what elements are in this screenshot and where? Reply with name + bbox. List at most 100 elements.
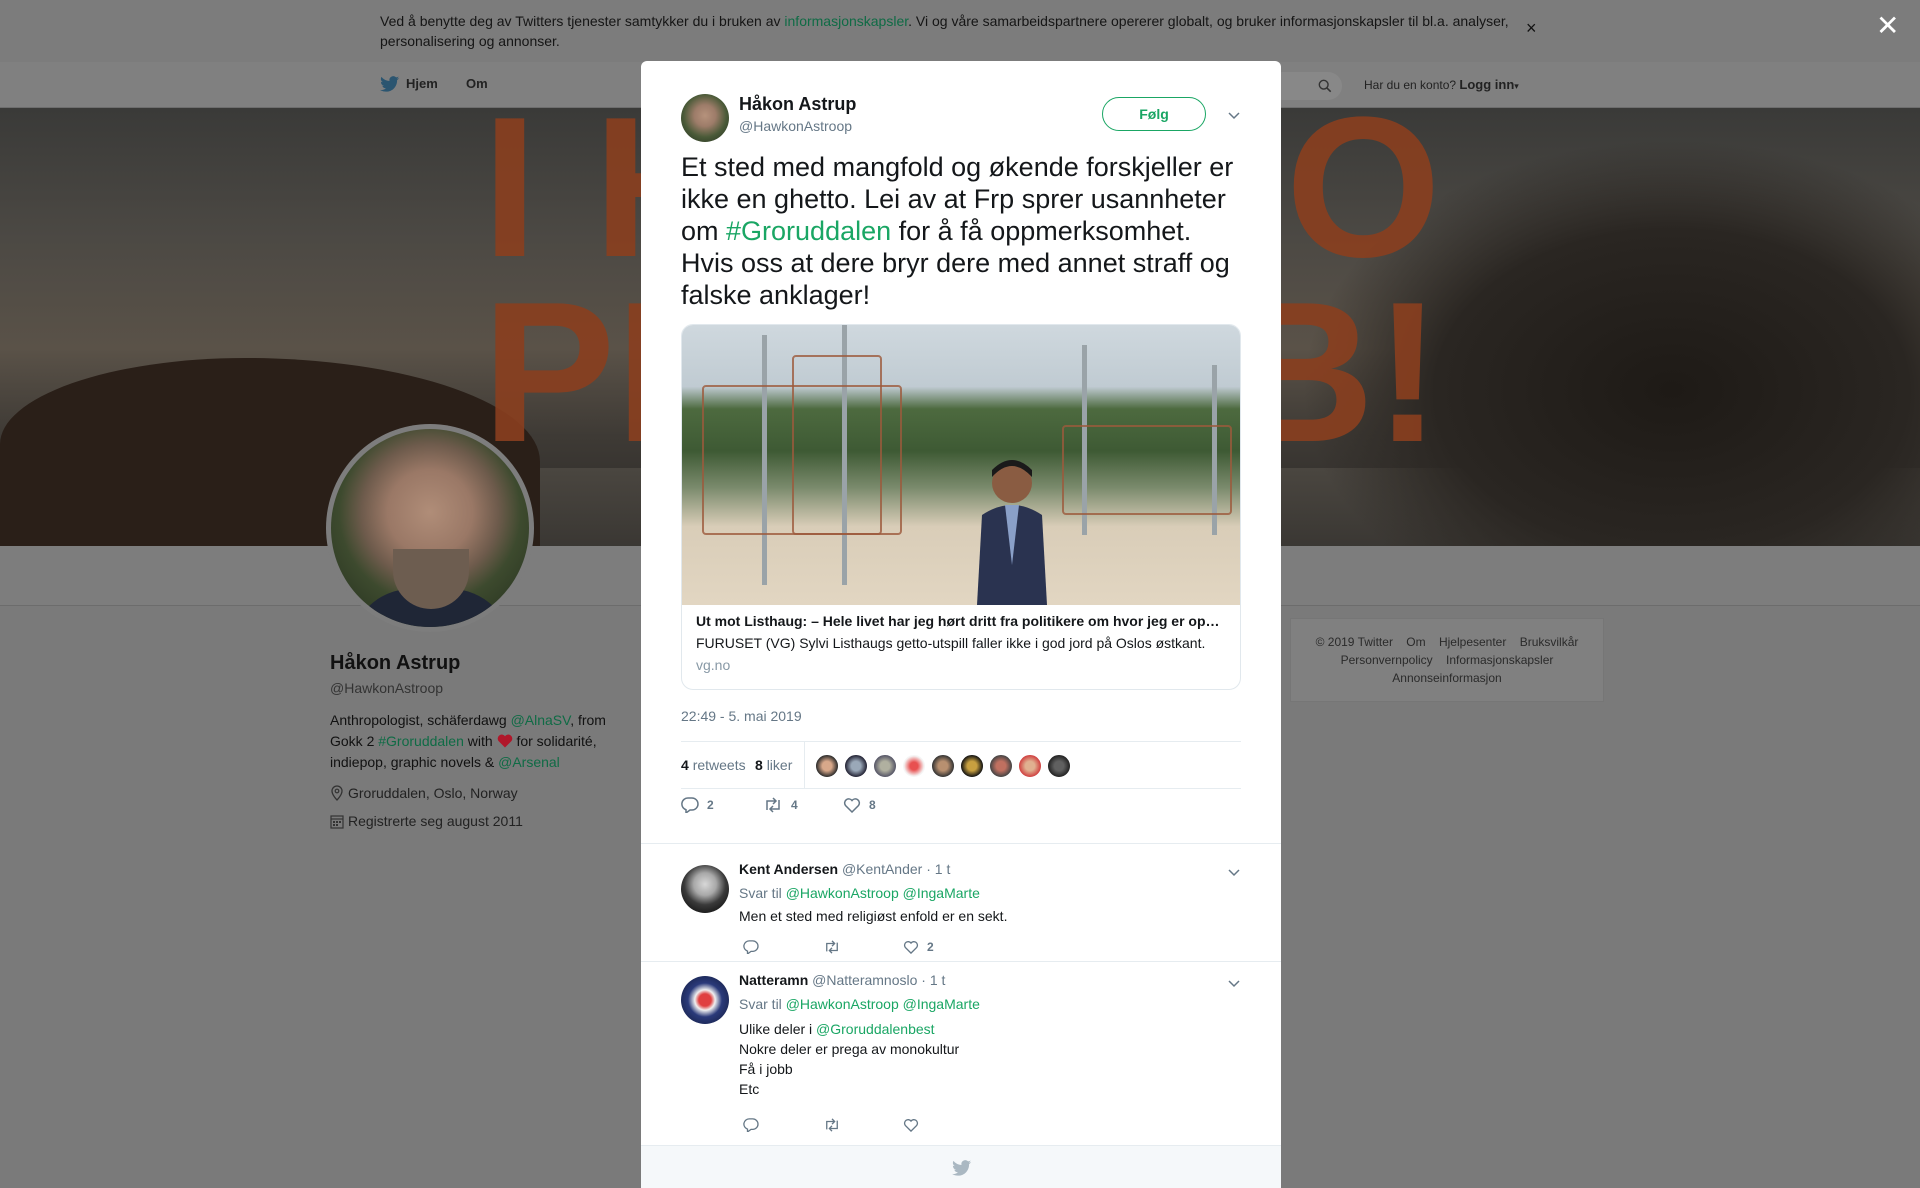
reply-tweet[interactable]: Natteramn @Natteramnoslo · 1 t Svar til … — [641, 961, 1281, 1145]
link-card[interactable]: Ut mot Listhaug: – Hele livet har jeg hø… — [681, 324, 1241, 690]
reply-text: Ulike deler i @Groruddalenbest Nokre del… — [739, 1019, 959, 1099]
retweet-action[interactable] — [823, 940, 841, 954]
card-body: Ut mot Listhaug: – Hele livet har jeg hø… — [696, 613, 1228, 673]
tweet-text: Et sted med mangfold og økende forskjell… — [681, 151, 1241, 311]
chevron-down-icon[interactable]: ▾ — [1514, 81, 1519, 91]
liker-avatar[interactable] — [815, 754, 839, 778]
twitter-bird-icon[interactable] — [380, 76, 400, 93]
tweet-timestamp[interactable]: 22:49 - 5. mai 2019 — [681, 708, 802, 724]
liker-avatar[interactable] — [902, 754, 926, 778]
profile-name[interactable]: Håkon Astrup — [330, 652, 460, 675]
footer-link-privacy[interactable]: Personvernpolicy — [1341, 653, 1433, 667]
reply-action[interactable]: 2 — [681, 797, 714, 813]
footer-link-cookies[interactable]: Informasjonskapsler — [1446, 653, 1553, 667]
like-count: 8 — [869, 798, 876, 812]
account-prompt-text: Har du en konto? — [1364, 78, 1457, 92]
reply-to-mention[interactable]: @HawkonAstroop — [786, 996, 899, 1012]
retweet-action[interactable]: 4 — [763, 797, 798, 813]
reply-text-line: Få i jobb — [739, 1061, 793, 1077]
profile-handle[interactable]: @HawkonAstroop — [330, 680, 443, 696]
footer-links: © 2019 Twitter Om Hjelpesenter Bruksvilk… — [1290, 618, 1604, 702]
reply-mention[interactable]: @Groruddalenbest — [816, 1021, 935, 1037]
card-description: FURUSET (VG) Sylvi Listhaugs getto-utspi… — [696, 635, 1206, 651]
like-action[interactable] — [903, 1118, 919, 1132]
reply-avatar[interactable] — [681, 865, 729, 913]
card-person — [977, 460, 1047, 605]
search-icon — [1318, 79, 1332, 93]
liker-avatar[interactable] — [1018, 754, 1042, 778]
reply-author-handle[interactable]: @Natteramnoslo — [812, 972, 917, 988]
liker-avatar[interactable] — [844, 754, 868, 778]
joined-text: Registrerte seg august 2011 — [348, 813, 523, 829]
reply-time[interactable]: · 1 t — [926, 861, 950, 877]
bio-link-alnasv[interactable]: @AlnaSV — [511, 712, 571, 728]
liker-avatar[interactable] — [989, 754, 1013, 778]
chevron-down-icon[interactable] — [1227, 976, 1241, 990]
chevron-down-icon[interactable] — [1227, 865, 1241, 879]
footer-link-terms[interactable]: Bruksvilkår — [1520, 635, 1579, 649]
reply-to-mention[interactable]: @IngaMarte — [903, 885, 980, 901]
tweet-hashtag[interactable]: #Groruddalen — [726, 216, 891, 246]
card-image — [682, 325, 1240, 605]
profile-avatar[interactable] — [326, 424, 534, 632]
nav-about[interactable]: Om — [466, 76, 488, 91]
card-domain: vg.no — [696, 657, 731, 673]
reply-author-name[interactable]: Natteramn — [739, 972, 808, 988]
card-title[interactable]: Ut mot Listhaug: – Hele livet har jeg hø… — [696, 613, 1228, 629]
nav-home[interactable]: Hjem — [406, 76, 438, 91]
like-count: 2 — [927, 940, 934, 954]
retweets-stat[interactable]: 4 retweets — [681, 757, 746, 773]
retweets-label: retweets — [692, 757, 746, 773]
reply-action[interactable] — [743, 940, 759, 954]
cookie-link[interactable]: informasjonskapsler — [784, 13, 908, 29]
reply-avatar[interactable] — [681, 976, 729, 1024]
reply-header: Kent Andersen @KentAnder · 1 t — [739, 861, 950, 877]
like-action[interactable]: 8 — [843, 797, 876, 813]
footer-link-help[interactable]: Hjelpesenter — [1439, 635, 1506, 649]
profile-bio: Anthropologist, schäferdawg @AlnaSV, fro… — [330, 710, 630, 773]
reply-action[interactable] — [743, 1118, 759, 1132]
reply-tweet[interactable]: Kent Andersen @KentAnder · 1 t Svar til … — [641, 843, 1281, 961]
login-link[interactable]: Logg inn — [1459, 77, 1514, 92]
calendar-icon — [330, 815, 344, 829]
liker-avatar[interactable] — [1047, 754, 1071, 778]
tweet-modal: Håkon Astrup @HawkonAstroop Følg Et sted… — [641, 61, 1281, 1188]
reply-icon — [743, 940, 759, 954]
retweet-icon — [766, 797, 780, 813]
reply-to: Svar til @HawkonAstroop @IngaMarte — [739, 996, 980, 1012]
retweet-count: 4 — [791, 798, 798, 812]
bio-link-groruddalen[interactable]: #Groruddalen — [378, 733, 464, 749]
author-name[interactable]: Håkon Astrup — [739, 94, 856, 115]
liker-avatar[interactable] — [931, 754, 955, 778]
footer-link-about[interactable]: Om — [1406, 635, 1425, 649]
modal-footer — [641, 1145, 1281, 1188]
bio-text: with — [463, 733, 497, 749]
footer-link-ads[interactable]: Annonseinformasjon — [1392, 671, 1501, 685]
liker-avatar[interactable] — [960, 754, 984, 778]
likes-label: liker — [766, 757, 793, 773]
reply-to-mention[interactable]: @IngaMarte — [903, 996, 980, 1012]
heart-icon — [497, 734, 512, 748]
reply-time[interactable]: · 1 t — [921, 972, 945, 988]
profile-avatar-image — [331, 429, 529, 627]
reply-author-name[interactable]: Kent Andersen — [739, 861, 838, 877]
retweet-action[interactable] — [823, 1118, 841, 1132]
reply-author-handle[interactable]: @KentAnder — [842, 861, 922, 877]
liker-avatar[interactable] — [873, 754, 897, 778]
cookie-close-button[interactable]: × — [1526, 18, 1537, 39]
like-action[interactable]: 2 — [903, 940, 934, 954]
twitter-bird-icon — [952, 1160, 972, 1176]
reply-to-label: Svar til — [739, 885, 782, 901]
close-icon[interactable]: ✕ — [1876, 12, 1899, 40]
retweet-icon — [826, 1118, 838, 1132]
location-icon — [331, 785, 343, 801]
follow-button[interactable]: Følg — [1102, 97, 1206, 131]
reply-to-mention[interactable]: @HawkonAstroop — [786, 885, 899, 901]
author-avatar[interactable] — [681, 94, 729, 142]
reply-to-label: Svar til — [739, 996, 782, 1012]
author-handle[interactable]: @HawkonAstroop — [739, 118, 852, 134]
chevron-down-icon[interactable] — [1227, 108, 1241, 122]
likes-stat[interactable]: 8 liker — [755, 757, 792, 773]
bio-link-arsenal[interactable]: @Arsenal — [498, 754, 560, 770]
reply-header: Natteramn @Natteramnoslo · 1 t — [739, 972, 945, 988]
